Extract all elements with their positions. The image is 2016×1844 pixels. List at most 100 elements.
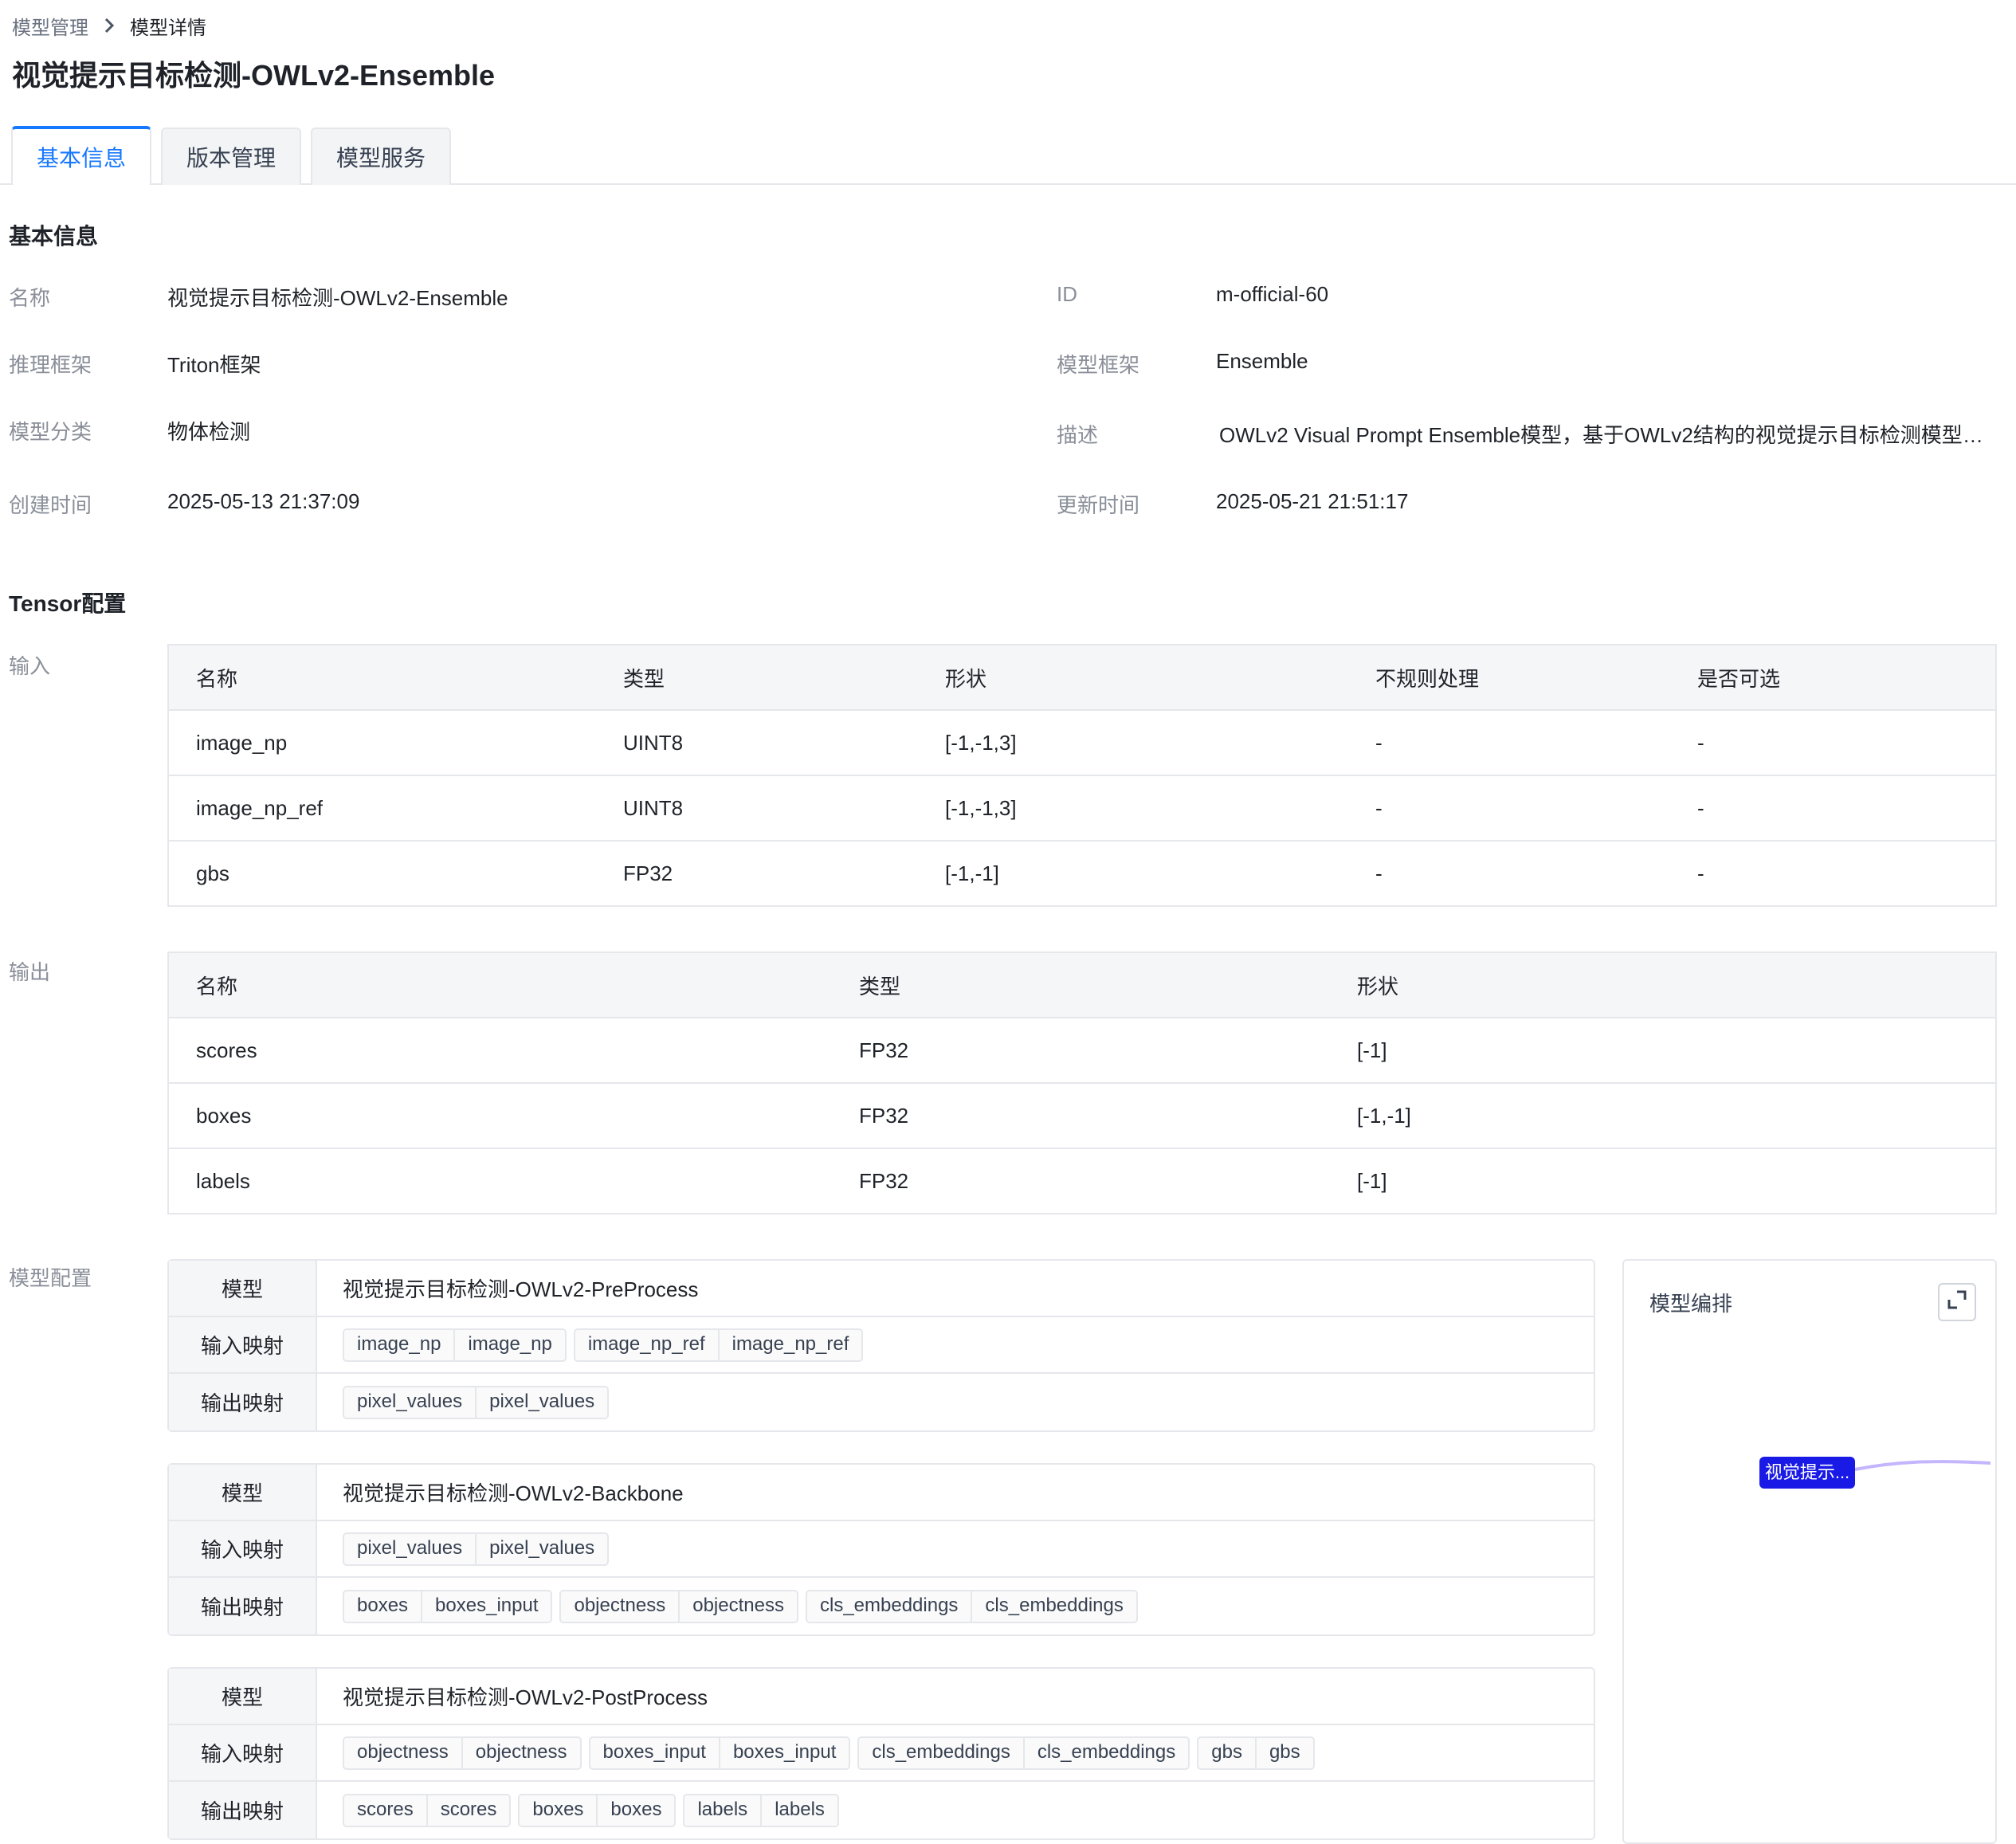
column-header: 形状 [1330, 952, 1996, 1018]
mapping-pair: objectness objectness [559, 1589, 798, 1623]
mapping-pair: pixel_values pixel_values [343, 1385, 610, 1419]
output-tensor-table: 名称 类型 形状 scores FP32 [-1] boxes FP32 [-1… [167, 951, 1997, 1214]
model-step-card: 模型 视觉提示目标检测-OWLv2-Backbone 输入映射 pixel_va… [167, 1463, 1595, 1636]
table-cell: FP32 [859, 1168, 909, 1193]
tab-model-service[interactable]: 模型服务 [311, 128, 451, 185]
mapping-source: boxes [532, 1798, 584, 1820]
mapping-pair: boxes boxes_input [343, 1589, 553, 1623]
table-header-row: 名称 类型 形状 不规则处理 是否可选 [168, 645, 1996, 711]
table-cell: FP32 [832, 1083, 1330, 1149]
table-cell: scores [168, 1018, 832, 1084]
mapping-target: gbs [1254, 1737, 1313, 1768]
output-map-row: 输出映射 boxes boxes_input objectness object… [169, 1578, 1594, 1634]
mapping-source: labels [697, 1798, 748, 1820]
model-framework-value: Ensemble [1216, 349, 1308, 373]
mapping-target: boxes_input [421, 1591, 551, 1622]
input-tensor-table: 名称 类型 形状 不规则处理 是否可选 image_np UINT8 [-1,-… [167, 644, 1997, 907]
input-map-row: 输入映射 objectness objectness boxes_input b… [169, 1725, 1594, 1782]
mapping-pair: scores scores [343, 1793, 512, 1827]
mapping-pair: cls_embeddings cls_embeddings [805, 1589, 1138, 1623]
input-map-list: objectness objectness boxes_input boxes_… [343, 1736, 1315, 1770]
model-row-label: 模型 [169, 1669, 317, 1724]
mapping-pair: image_np image_np [343, 1328, 567, 1362]
mapping-target: pixel_values [475, 1387, 607, 1418]
output-map-row: 输出映射 pixel_values pixel_values [169, 1374, 1594, 1430]
table-cell: - [1375, 861, 1383, 885]
output-map-row: 输出映射 scores scores boxes boxes labels la… [169, 1782, 1594, 1838]
mapping-pair: image_np_ref image_np_ref [573, 1328, 864, 1362]
table-row: labels FP32 [-1] [168, 1148, 1996, 1214]
mapping-source: boxes [357, 1594, 409, 1616]
table-cell: FP32 [832, 1018, 1330, 1084]
mapping-pair: objectness objectness [343, 1736, 582, 1770]
mapping-source: scores [357, 1798, 414, 1820]
mapping-source: pixel_values [357, 1536, 463, 1559]
table-cell: image_np [168, 710, 596, 776]
mapping-pair: boxes_input boxes_input [588, 1736, 851, 1770]
output-map-list: pixel_values pixel_values [343, 1385, 610, 1419]
name-label: 名称 [9, 286, 51, 310]
mapping-target: image_np [453, 1329, 564, 1360]
input-map-label: 输入映射 [169, 1317, 317, 1372]
table-cell: [-1] [1330, 1018, 1996, 1084]
mapping-pair: gbs gbs [1197, 1736, 1315, 1770]
mapping-target: labels [760, 1795, 837, 1826]
mapping-target: boxes [596, 1795, 674, 1826]
table-cell: - [1670, 775, 1996, 842]
model-category-label: 模型分类 [9, 420, 92, 444]
column-header: 不规则处理 [1348, 645, 1670, 711]
column-header: 是否可选 [1670, 645, 1996, 711]
created-time-value: 2025-05-13 21:37:09 [167, 489, 360, 513]
tab-basic-info[interactable]: 基本信息 [11, 126, 151, 185]
inference-framework-label: 推理框架 [9, 353, 92, 377]
table-row: image_np UINT8 [-1,-1,3] - - [168, 710, 1996, 776]
model-step-card: 模型 视觉提示目标检测-OWLv2-PreProcess 输入映射 image_… [167, 1259, 1595, 1432]
column-header: 名称 [168, 645, 596, 711]
output-map-list: scores scores boxes boxes labels labels [343, 1793, 839, 1827]
tab-version-management[interactable]: 版本管理 [161, 128, 301, 185]
created-time-label: 创建时间 [9, 493, 92, 517]
model-name: 视觉提示目标检测-OWLv2-Backbone [343, 1481, 684, 1505]
output-map-label: 输出映射 [169, 1782, 317, 1838]
mapping-source: image_np [357, 1332, 441, 1355]
mapping-target: objectness [678, 1591, 797, 1622]
mapping-target: pixel_values [475, 1533, 607, 1564]
table-cell: UINT8 [596, 775, 918, 842]
inference-framework-value: Triton框架 [167, 353, 261, 377]
model-config-label: 模型配置 [9, 1266, 92, 1290]
breadcrumb: 模型管理 模型详情 [12, 11, 206, 40]
model-name: 视觉提示目标检测-OWLv2-PostProcess [343, 1685, 708, 1709]
table-cell: - [1697, 861, 1704, 885]
updated-time-value: 2025-05-21 21:51:17 [1216, 489, 1409, 513]
table-cell: [-1,-1] [1330, 1083, 1996, 1149]
table-cell: image_np_ref [168, 775, 596, 842]
output-map-label: 输出映射 [169, 1374, 317, 1430]
id-label: ID [1057, 282, 1077, 306]
table-cell: UINT8 [596, 710, 918, 776]
mapping-target: objectness [461, 1737, 580, 1768]
mapping-pair: boxes boxes [518, 1793, 677, 1827]
mapping-pair: pixel_values pixel_values [343, 1532, 610, 1566]
table-cell: [-1,-1,3] [918, 775, 1348, 842]
breadcrumb-parent-link[interactable]: 模型管理 [12, 12, 88, 40]
output-map-label: 输出映射 [169, 1578, 317, 1634]
model-step-card: 模型 视觉提示目标检测-OWLv2-PostProcess 输入映射 objec… [167, 1667, 1595, 1840]
table-row: image_np_ref UINT8 [-1,-1,3] - - [168, 775, 1996, 842]
input-map-label: 输入映射 [169, 1725, 317, 1780]
column-header: 名称 [168, 952, 832, 1018]
mapping-pair: cls_embeddings cls_embeddings [857, 1736, 1190, 1770]
mapping-source: objectness [574, 1594, 666, 1616]
orchestration-edge [1854, 1460, 1991, 1471]
mapping-pair: labels labels [683, 1793, 839, 1827]
mapping-source: boxes_input [602, 1740, 706, 1763]
input-map-list: image_np image_np image_np_ref image_np_… [343, 1328, 864, 1362]
model-orchestration-panel: 模型编排 视觉提示... [1622, 1259, 1997, 1844]
model-row-label: 模型 [169, 1465, 317, 1520]
breadcrumb-current: 模型详情 [130, 17, 206, 39]
orchestration-node[interactable]: 视觉提示... [1759, 1457, 1855, 1489]
table-cell: [-1,-1,3] [918, 710, 1348, 776]
updated-time-label: 更新时间 [1057, 493, 1140, 517]
page-title: 视觉提示目标检测-OWLv2-Ensemble [12, 59, 496, 92]
mapping-target: image_np_ref [717, 1329, 862, 1360]
basic-info-heading: 基本信息 [9, 224, 99, 249]
